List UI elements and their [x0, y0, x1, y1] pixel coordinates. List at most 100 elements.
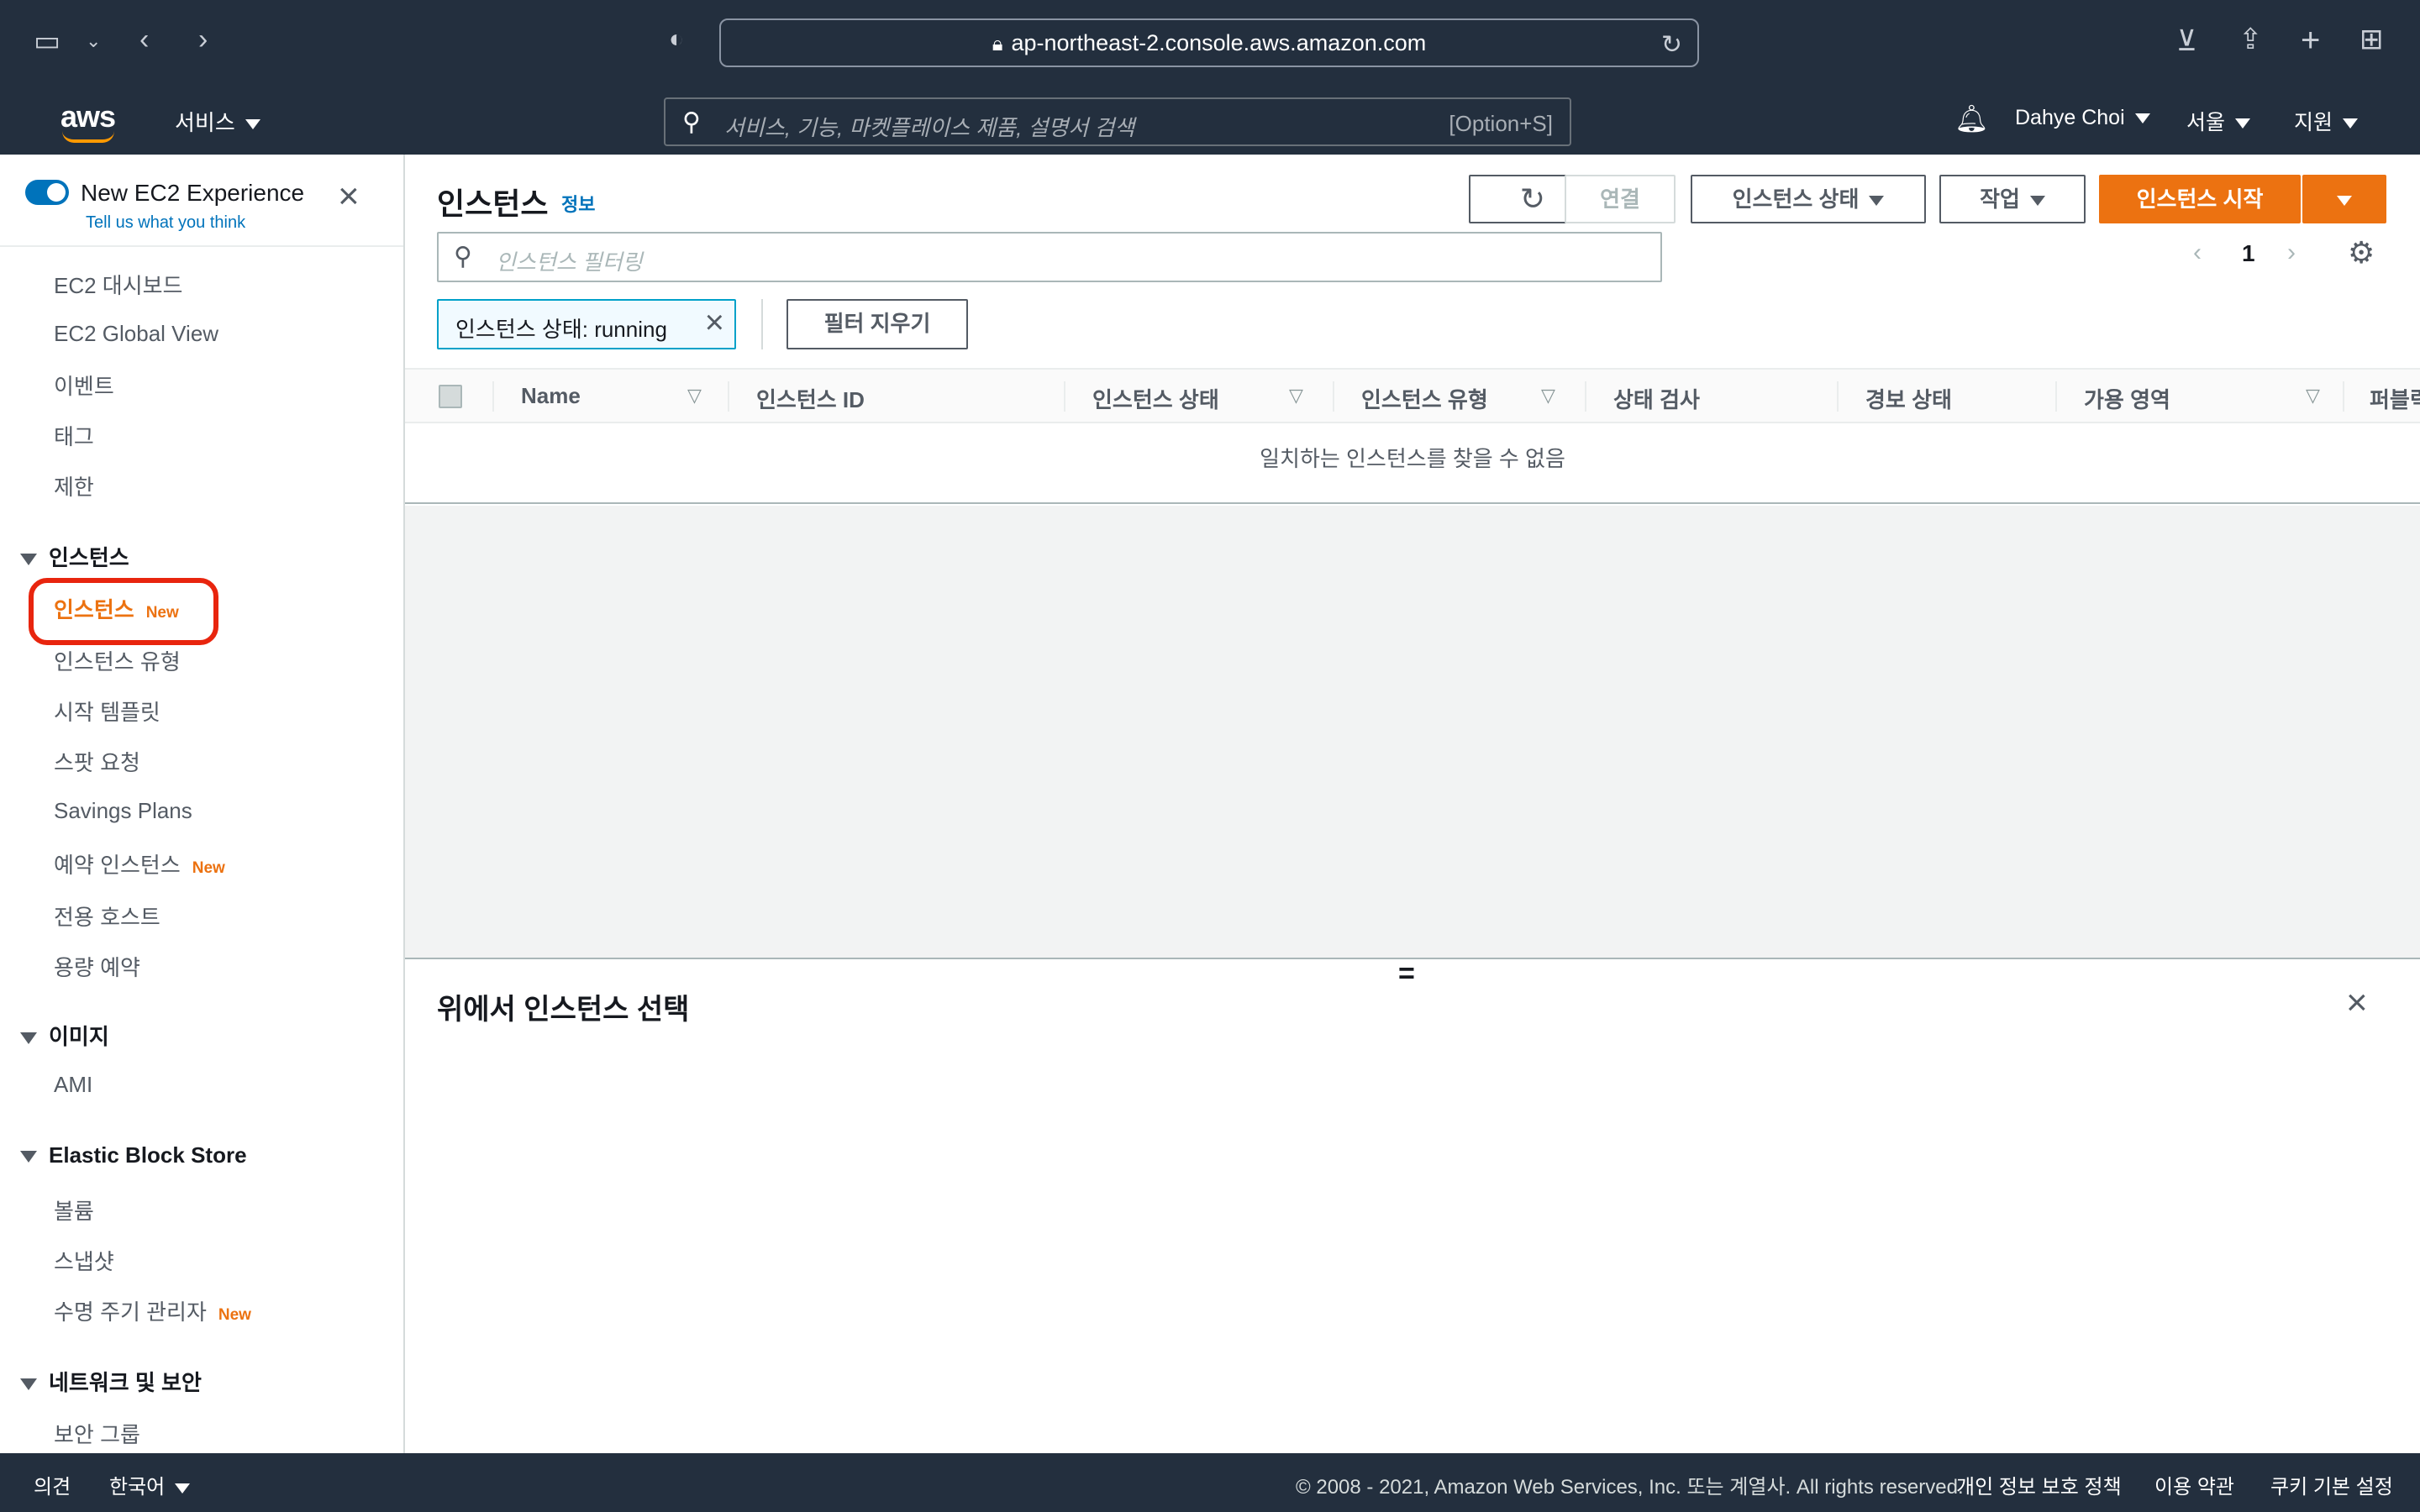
sidebar-section-instances[interactable]: 인스턴스 [20, 541, 129, 572]
sort-icon[interactable]: ▽ [2306, 385, 2320, 407]
search-icon: ⚲ [682, 108, 701, 136]
sort-icon[interactable]: ▽ [1541, 385, 1555, 407]
refresh-icon: ↻ [1519, 181, 1546, 216]
reload-icon[interactable]: ↻ [1661, 30, 1682, 60]
column-header-status-check[interactable]: 상태 검사 [1613, 383, 1700, 414]
info-link[interactable]: 정보 [561, 190, 595, 217]
console-search-input[interactable]: ⚲ 서비스, 기능, 마켓플레이스 제품, 설명서 검색 [Option+S] [664, 97, 1571, 146]
aws-logo[interactable]: aws [60, 99, 116, 134]
privacy-link[interactable]: 개인 정보 보호 정책 [1956, 1470, 2122, 1499]
launch-instances-button[interactable]: 인스턴스 시작 [2099, 175, 2301, 223]
sidebar-item-volumes[interactable]: 볼륨 [54, 1194, 94, 1226]
download-icon[interactable]: ⊻ [2176, 27, 2197, 55]
prev-page-icon[interactable]: ‹ [2193, 239, 2202, 267]
column-divider [1333, 381, 1334, 412]
new-experience-toggle[interactable] [25, 180, 69, 205]
resize-handle-icon[interactable]: = [1398, 959, 1415, 988]
services-menu[interactable]: 서비스 [175, 106, 260, 137]
user-menu[interactable]: Dahye Choi [2015, 106, 2150, 130]
back-icon[interactable]: ‹ [139, 25, 149, 54]
caret-down-icon [2134, 113, 2150, 124]
filter-token: 인스턴스 상태: running × [437, 299, 736, 349]
instance-state-button[interactable]: 인스턴스 상태 [1691, 175, 1926, 223]
column-header-instance-type[interactable]: 인스턴스 유형 [1361, 383, 1488, 414]
search-placeholder: 서비스, 기능, 마켓플레이스 제품, 설명서 검색 [724, 115, 1135, 140]
page-number[interactable]: 1 [2242, 240, 2255, 267]
new-tab-icon[interactable]: + [2301, 24, 2320, 57]
chevron-down-icon[interactable]: ⌄ [86, 32, 101, 50]
sidebar-item-security-groups[interactable]: 보안 그룹 [54, 1418, 140, 1449]
language-label: 한국어 [109, 1476, 166, 1499]
share-icon[interactable]: ⇪ [2238, 25, 2263, 54]
sidebar-item-tags[interactable]: 태그 [54, 420, 94, 451]
column-header-availability-zone[interactable]: 가용 영역 [2084, 383, 2170, 414]
gear-icon[interactable]: ⚙ [2348, 235, 2375, 270]
sidebar-item-dashboard[interactable]: EC2 대시보드 [54, 269, 182, 300]
sidebar-item-snapshots[interactable]: 스냅샷 [54, 1245, 114, 1276]
sidebar-item-instance-types[interactable]: 인스턴스 유형 [54, 645, 181, 676]
close-icon[interactable]: × [338, 178, 360, 215]
sidebar-item-limits[interactable]: 제한 [54, 470, 94, 501]
sidebar-item-ami[interactable]: AMI [54, 1072, 92, 1098]
feedback-link[interactable]: Tell us what you think [86, 213, 245, 233]
caret-down-icon [175, 1483, 191, 1494]
clear-filters-button[interactable]: 필터 지우기 [786, 299, 968, 349]
column-header-instance-id[interactable]: 인스턴스 ID [756, 383, 865, 414]
select-all-checkbox[interactable] [439, 385, 462, 408]
launch-dropdown-button[interactable] [2302, 175, 2386, 223]
next-page-icon[interactable]: › [2287, 239, 2296, 267]
instances-panel: 인스턴스 정보 ↻ 연결 인스턴스 상태 작업 인스턴스 시작 ⚲ 인스턴스 필… [405, 155, 2420, 504]
region-menu[interactable]: 서울 [2186, 106, 2251, 136]
empty-table-message: 일치하는 인스턴스를 찾을 수 없음 [1260, 446, 1565, 471]
sidebar-item-launch-templates[interactable]: 시작 템플릿 [54, 696, 160, 727]
sidebar-item-label: 예약 인스턴스 [54, 853, 181, 878]
sort-icon[interactable]: ▽ [687, 385, 702, 407]
cookie-preferences-link[interactable]: 쿠키 기본 설정 [2270, 1470, 2393, 1499]
terms-link[interactable]: 이용 약관 [2154, 1470, 2234, 1499]
sidebar-item-reserved-instances[interactable]: 예약 인스턴스 New [54, 848, 225, 879]
shield-icon[interactable]: ◐ [669, 27, 684, 52]
sidebar-item-global-view[interactable]: EC2 Global View [54, 321, 218, 347]
actions-button[interactable]: 작업 [1939, 175, 2086, 223]
sidebar-item-label: 수명 주기 관리자 [54, 1299, 207, 1325]
tab-overview-icon[interactable]: ⊞ [2360, 25, 2384, 54]
caret-down-icon [1869, 196, 1885, 207]
remove-filter-icon[interactable]: × [705, 306, 724, 339]
section-label: 인스턴스 [49, 545, 129, 570]
sidebar-item-savings-plans[interactable]: Savings Plans [54, 798, 192, 824]
language-selector[interactable]: 한국어 [109, 1470, 191, 1499]
copyright-text: © 2008 - 2021, Amazon Web Services, Inc.… [1296, 1476, 1964, 1499]
feedback-link[interactable]: 의견 [34, 1470, 71, 1499]
new-badge: New [192, 859, 225, 877]
column-divider [1064, 381, 1065, 412]
instance-filter-input[interactable]: ⚲ 인스턴스 필터링 [437, 232, 1662, 282]
filter-placeholder: 인스턴스 필터링 [496, 249, 643, 275]
sidebar-item-dedicated-hosts[interactable]: 전용 호스트 [54, 900, 160, 932]
forward-icon[interactable]: › [198, 25, 208, 54]
close-icon[interactable]: × [2346, 984, 2368, 1021]
sidebar-item-capacity-reservations[interactable]: 용량 예약 [54, 951, 140, 982]
expand-triangle-icon [20, 1032, 37, 1045]
sidebar-section-network[interactable]: 네트워크 및 보안 [20, 1366, 202, 1397]
column-header-public[interactable]: 퍼블릭 [2370, 383, 2420, 414]
bell-icon[interactable]: 🔔︎ [1954, 102, 1989, 134]
sidebar-item-events[interactable]: 이벤트 [54, 370, 114, 401]
column-header-name[interactable]: Name [521, 383, 581, 409]
column-header-instance-state[interactable]: 인스턴스 상태 [1092, 383, 1219, 414]
sidebar-item-spot-requests[interactable]: 스팟 요청 [54, 746, 140, 777]
column-divider [2343, 381, 2344, 412]
connect-button[interactable]: 연결 [1565, 175, 1676, 223]
sort-icon[interactable]: ▽ [1289, 385, 1303, 407]
sidebar-toggle-icon[interactable]: ▭ [34, 27, 60, 55]
sidebar-section-images[interactable]: 이미지 [20, 1020, 109, 1051]
address-bar[interactable]: 🔒︎ ap-northeast-2.console.aws.amazon.com … [719, 18, 1699, 67]
expand-triangle-icon [20, 1378, 37, 1391]
support-label: 지원 [2294, 111, 2333, 134]
column-header-alarm-status[interactable]: 경보 상태 [1865, 383, 1952, 414]
console-footer: 의견 한국어 © 2008 - 2021, Amazon Web Service… [0, 1453, 2420, 1512]
support-menu[interactable]: 지원 [2294, 106, 2359, 136]
page-title: 인스턴스 [437, 186, 549, 221]
sidebar-item-lifecycle-manager[interactable]: 수명 주기 관리자 New [54, 1295, 251, 1326]
aws-logo-smile [62, 131, 114, 143]
sidebar-section-ebs[interactable]: Elastic Block Store [20, 1142, 247, 1168]
